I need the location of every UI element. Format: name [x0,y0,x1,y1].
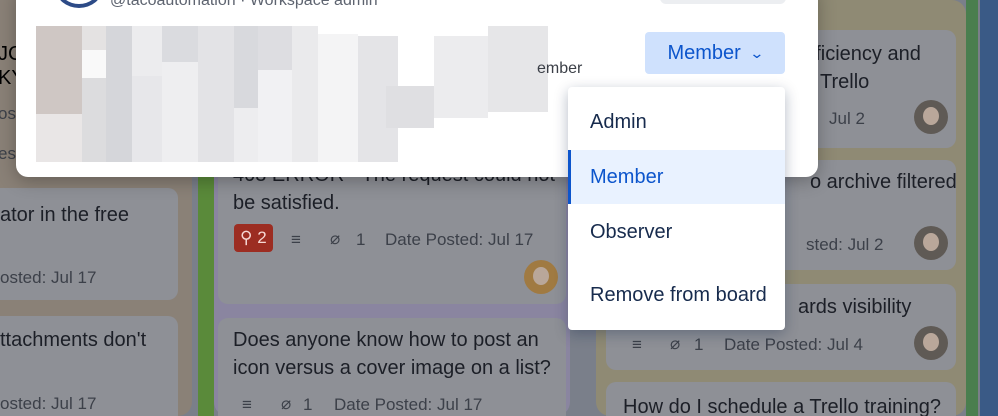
card-title: ator in the free [0,204,129,226]
card-date: Date Posted: Jul 17 [334,395,483,414]
member-role-dropdown-button[interactable]: Member ⌄ [645,32,785,74]
left-partial-meta: es [0,144,16,163]
description-icon: ≡ [291,230,301,249]
card-title-line: fficiency and [810,43,921,65]
description-icon: ≡ [632,335,642,354]
role-option-observer[interactable]: Observer [568,205,785,259]
badge-count: 2 [257,228,267,247]
member-role-text: ember [537,60,583,77]
attachment-count: 1 [356,230,366,249]
card-date: osted: Jul 17 [0,268,97,287]
card-title-line: Trello [820,71,870,93]
middle-card-2[interactable]: Does anyone know how to post an icon ver… [218,318,566,416]
role-dropdown-menu: Admin Member Observer Remove from board [568,87,785,330]
avatar[interactable] [914,100,948,134]
card-date: osted: Jul 17 [0,394,97,413]
card-title: o archive filtered [810,171,957,193]
list-divider-blue [980,0,998,416]
description-icon: ≡ [242,395,252,414]
card-date: Date Posted: Jul 17 [385,230,534,249]
member-email: @tacoautomation · Workspace admin [110,0,378,9]
pixelated-member-info [36,26,548,162]
workspace-avatar [56,0,102,8]
chevron-down-icon: ⌄ [749,44,765,61]
avatar[interactable] [914,226,948,260]
vote-badge[interactable]: ⚲ 2 [234,224,273,252]
card-title: ards visibility [798,296,912,318]
member-button-label: Member [667,41,741,64]
avatar[interactable] [524,260,558,294]
top-role-button[interactable] [660,0,786,4]
role-option-remove-from-board[interactable]: Remove from board [568,268,785,322]
role-option-member[interactable]: Member [568,150,785,204]
card-title-line: Does anyone know how to post an [233,329,539,351]
attachment-icon: ⌀ [281,394,292,413]
card-date: Jul 2 [829,109,865,128]
role-option-admin[interactable]: Admin [568,95,785,149]
attachment-count: 1 [303,395,313,414]
attachment-icon: ⌀ [670,334,681,353]
card-title: How do I schedule a Trello training? [623,396,941,416]
right-card-4[interactable]: How do I schedule a Trello training? [606,382,956,416]
card-title-line: icon versus a cover image on a list? [233,357,551,379]
card-date: Date Posted: Jul 4 [724,335,863,354]
attachment-icon: ⌀ [330,229,341,248]
attachment-count: 1 [694,335,704,354]
avatar[interactable] [914,326,948,360]
list-divider-green-right [966,0,978,416]
card-date: sted: Jul 2 [806,235,884,254]
card-title: ttachments don't [0,329,147,351]
card-title-line: be satisfied. [233,192,340,214]
left-card-2[interactable]: ttachments don't osted: Jul 17 [0,316,178,416]
pin-icon: ⚲ [240,228,253,247]
left-card-1[interactable]: ator in the free osted: Jul 17 [0,188,178,300]
